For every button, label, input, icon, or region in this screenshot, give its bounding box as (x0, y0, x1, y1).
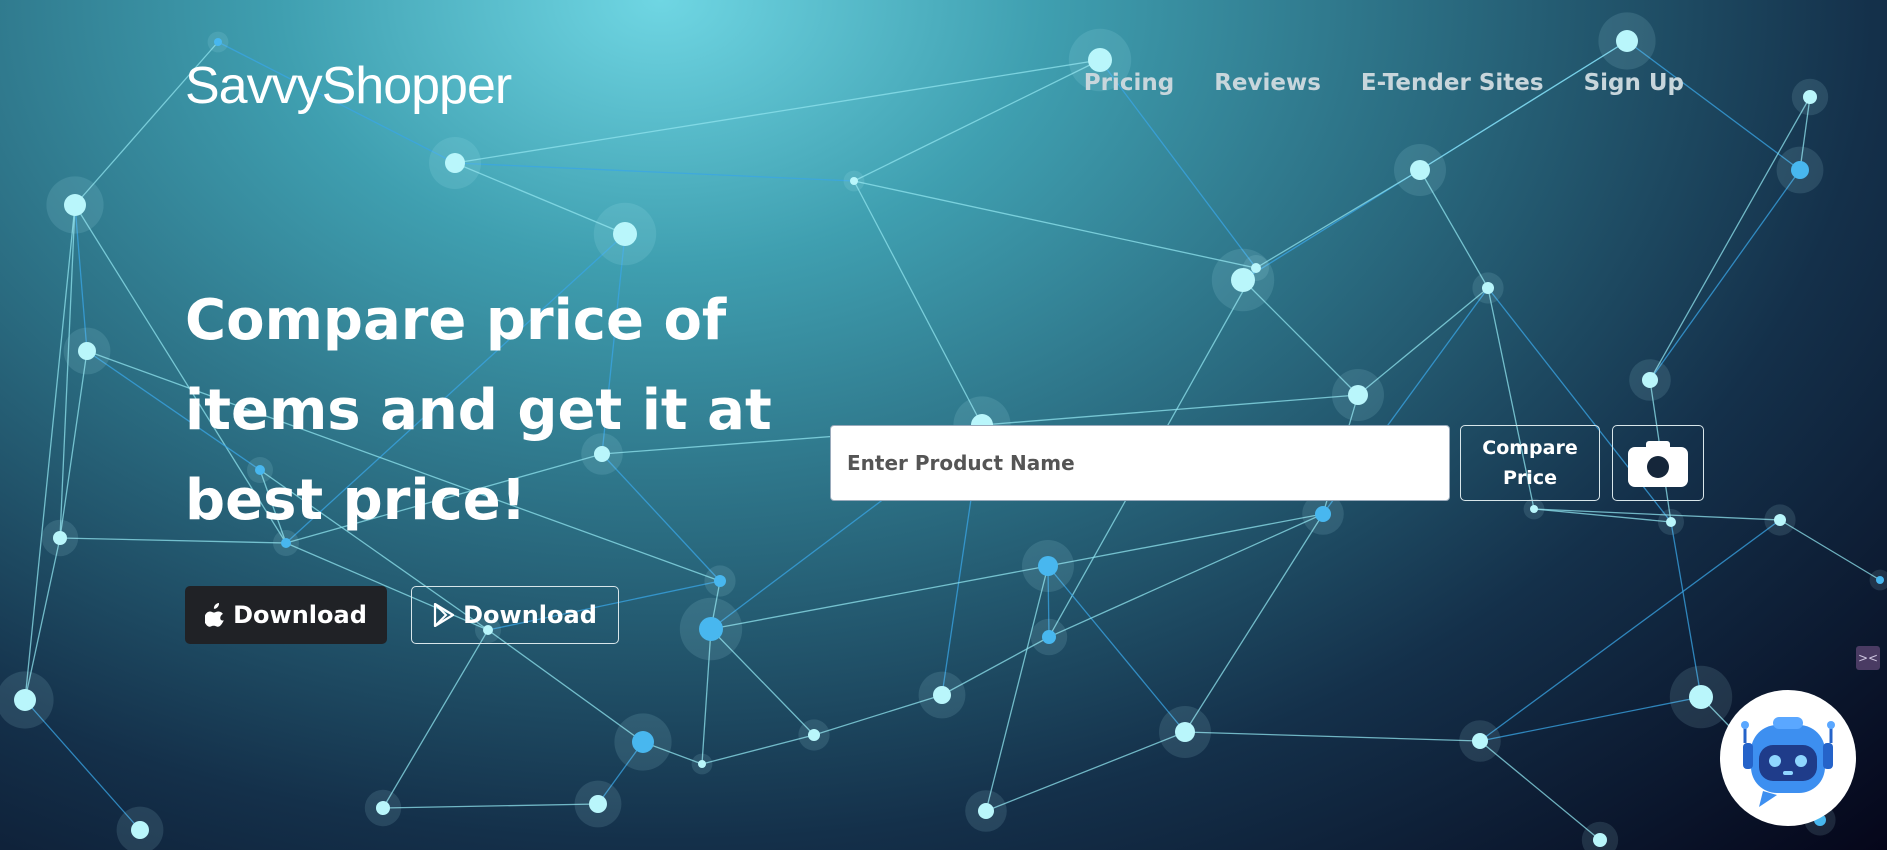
network-line (1047, 513, 1324, 567)
hero-headline: Compare price of items and get it at bes… (185, 276, 825, 546)
network-line (24, 204, 76, 701)
network-node (808, 729, 820, 741)
network-node (698, 760, 706, 768)
network-node (632, 731, 654, 753)
network-line (710, 565, 1049, 630)
network-line (454, 59, 1101, 164)
network-node (1038, 556, 1058, 576)
network-line (1649, 96, 1811, 381)
nav-reviews[interactable]: Reviews (1214, 70, 1321, 96)
network-node (933, 686, 951, 704)
network-node (850, 177, 858, 185)
network-line (1479, 696, 1702, 742)
nav-e-tender-sites[interactable]: E-Tender Sites (1361, 70, 1544, 96)
network-line (1048, 513, 1324, 638)
network-line (1184, 731, 1481, 742)
apple-icon (205, 603, 224, 627)
network-line (1779, 519, 1881, 581)
headline-line-1: Compare price of (185, 288, 727, 353)
network-node (445, 153, 465, 173)
network-line (1184, 513, 1324, 733)
network-node (1472, 733, 1488, 749)
network-line (487, 629, 644, 743)
network-node (1642, 372, 1658, 388)
headline-line-2: items and get it at (185, 378, 772, 443)
network-line (1255, 169, 1421, 269)
network-line (853, 180, 1257, 269)
network-node (1530, 505, 1538, 513)
network-line (1626, 40, 1801, 171)
network-node (1088, 48, 1112, 72)
network-node (214, 38, 222, 46)
network-line (1419, 40, 1628, 171)
network-line (1649, 169, 1801, 381)
network-node (1593, 833, 1607, 847)
network-node (1231, 268, 1255, 292)
network-line (853, 59, 1101, 182)
network-node (131, 821, 149, 839)
network-line (853, 180, 983, 426)
network-node (1348, 385, 1368, 405)
camera-search-button[interactable] (1612, 425, 1704, 501)
network-line (1533, 508, 1781, 521)
network-line (1479, 740, 1601, 841)
network-node (1803, 90, 1817, 104)
google-play-icon (434, 603, 455, 627)
network-node (1791, 161, 1809, 179)
network-node (14, 689, 36, 711)
download-play-label: Download (463, 601, 597, 629)
download-ios-label: Download (233, 601, 367, 629)
network-node (1666, 517, 1676, 527)
logo: SavvyShopper (185, 57, 512, 115)
network-line (454, 162, 855, 182)
network-node (1689, 685, 1713, 709)
network-node (376, 801, 390, 815)
network-node (1482, 282, 1494, 294)
download-play-button[interactable]: Download (411, 586, 619, 644)
network-node (1774, 514, 1786, 526)
network-node (1042, 630, 1056, 644)
nav-sign-up[interactable]: Sign Up (1584, 70, 1684, 96)
nav-pricing[interactable]: Pricing (1084, 70, 1174, 96)
network-node (1410, 160, 1430, 180)
top-nav: Pricing Reviews E-Tender Sites Sign Up (1084, 70, 1684, 96)
network-node (699, 617, 723, 641)
network-node (1315, 506, 1331, 522)
collapse-icon[interactable]: >< (1856, 646, 1880, 670)
network-node (613, 222, 637, 246)
network-line (382, 629, 489, 809)
network-line (382, 803, 599, 809)
download-ios-button[interactable]: Download (185, 586, 387, 644)
chatbot-button[interactable] (1720, 690, 1856, 826)
network-node (64, 194, 86, 216)
network-node (78, 342, 96, 360)
product-search-input[interactable] (830, 425, 1450, 501)
network-line (985, 731, 1186, 812)
network-line (1533, 508, 1672, 523)
network-node (1175, 722, 1195, 742)
network-node (714, 575, 726, 587)
camera-icon (1628, 441, 1688, 487)
headline-line-3: best price! (185, 468, 527, 533)
network-node (978, 803, 994, 819)
network-node (53, 531, 67, 545)
network-line (985, 565, 1049, 812)
robot-chat-icon (1741, 717, 1835, 807)
compare-price-button[interactable]: Compare Price (1460, 425, 1600, 501)
network-line (1047, 565, 1186, 733)
network-node (1876, 576, 1884, 584)
network-node (589, 795, 607, 813)
network-node (1616, 30, 1638, 52)
network-line (701, 734, 815, 765)
